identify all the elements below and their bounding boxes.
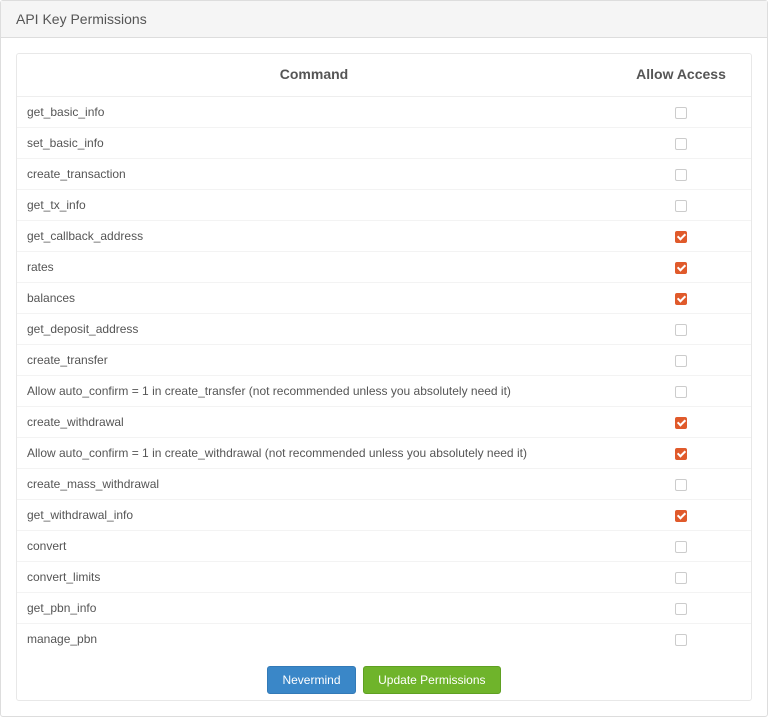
command-cell: balances	[17, 283, 611, 314]
allow-cell	[611, 221, 751, 252]
allow-cell	[611, 469, 751, 500]
allow-cell	[611, 438, 751, 469]
allow-access-checkbox[interactable]	[675, 386, 687, 398]
allow-access-checkbox[interactable]	[675, 138, 687, 150]
nevermind-button[interactable]: Nevermind	[267, 666, 355, 694]
allow-access-checkbox[interactable]	[675, 324, 687, 336]
table-row: Allow auto_confirm = 1 in create_transfe…	[17, 376, 751, 407]
table-row: get_basic_info	[17, 97, 751, 128]
allow-access-checkbox[interactable]	[675, 355, 687, 367]
command-cell: manage_pbn	[17, 624, 611, 655]
command-cell: create_mass_withdrawal	[17, 469, 611, 500]
allow-access-checkbox[interactable]	[675, 603, 687, 615]
allow-cell	[611, 593, 751, 624]
table-row: Allow auto_confirm = 1 in create_withdra…	[17, 438, 751, 469]
inner-panel: Command Allow Access get_basic_infoset_b…	[16, 53, 752, 701]
command-cell: create_transfer	[17, 345, 611, 376]
allow-cell	[611, 345, 751, 376]
allow-access-checkbox[interactable]	[675, 417, 687, 429]
table-row: create_transfer	[17, 345, 751, 376]
command-cell: rates	[17, 252, 611, 283]
allow-cell	[611, 252, 751, 283]
allow-cell	[611, 128, 751, 159]
allow-access-checkbox[interactable]	[675, 169, 687, 181]
allow-cell	[611, 624, 751, 655]
table-row: get_callback_address	[17, 221, 751, 252]
command-cell: get_pbn_info	[17, 593, 611, 624]
allow-cell	[611, 97, 751, 128]
command-cell: get_deposit_address	[17, 314, 611, 345]
table-row: convert	[17, 531, 751, 562]
allow-access-checkbox[interactable]	[675, 200, 687, 212]
update-permissions-button[interactable]: Update Permissions	[363, 666, 500, 694]
command-cell: create_withdrawal	[17, 407, 611, 438]
command-header: Command	[17, 54, 611, 97]
allow-cell	[611, 562, 751, 593]
table-row: create_withdrawal	[17, 407, 751, 438]
allow-cell	[611, 283, 751, 314]
command-cell: get_tx_info	[17, 190, 611, 221]
permissions-table: Command Allow Access get_basic_infoset_b…	[17, 54, 751, 654]
command-cell: convert	[17, 531, 611, 562]
table-row: manage_pbn	[17, 624, 751, 655]
table-row: create_transaction	[17, 159, 751, 190]
button-row: Nevermind Update Permissions	[17, 654, 751, 700]
command-cell: convert_limits	[17, 562, 611, 593]
table-row: create_mass_withdrawal	[17, 469, 751, 500]
allow-cell	[611, 159, 751, 190]
command-cell: get_callback_address	[17, 221, 611, 252]
table-row: convert_limits	[17, 562, 751, 593]
command-cell: set_basic_info	[17, 128, 611, 159]
allow-cell	[611, 407, 751, 438]
allow-access-checkbox[interactable]	[675, 479, 687, 491]
allow-access-checkbox[interactable]	[675, 262, 687, 274]
allow-cell	[611, 314, 751, 345]
allow-cell	[611, 376, 751, 407]
allow-access-checkbox[interactable]	[675, 107, 687, 119]
allow-access-checkbox[interactable]	[675, 293, 687, 305]
allow-access-checkbox[interactable]	[675, 448, 687, 460]
allow-access-checkbox[interactable]	[675, 541, 687, 553]
command-cell: Allow auto_confirm = 1 in create_transfe…	[17, 376, 611, 407]
panel-body: Command Allow Access get_basic_infoset_b…	[1, 38, 767, 716]
table-row: set_basic_info	[17, 128, 751, 159]
table-row: get_pbn_info	[17, 593, 751, 624]
table-row: get_tx_info	[17, 190, 751, 221]
table-row: rates	[17, 252, 751, 283]
allow-header: Allow Access	[611, 54, 751, 97]
command-cell: Allow auto_confirm = 1 in create_withdra…	[17, 438, 611, 469]
allow-access-checkbox[interactable]	[675, 231, 687, 243]
command-cell: get_withdrawal_info	[17, 500, 611, 531]
table-row: balances	[17, 283, 751, 314]
allow-access-checkbox[interactable]	[675, 572, 687, 584]
table-row: get_deposit_address	[17, 314, 751, 345]
allow-cell	[611, 500, 751, 531]
command-cell: create_transaction	[17, 159, 611, 190]
command-cell: get_basic_info	[17, 97, 611, 128]
panel-title: API Key Permissions	[1, 1, 767, 38]
allow-cell	[611, 531, 751, 562]
allow-access-checkbox[interactable]	[675, 634, 687, 646]
table-row: get_withdrawal_info	[17, 500, 751, 531]
allow-access-checkbox[interactable]	[675, 510, 687, 522]
allow-cell	[611, 190, 751, 221]
api-permissions-panel: API Key Permissions Command Allow Access…	[0, 0, 768, 717]
